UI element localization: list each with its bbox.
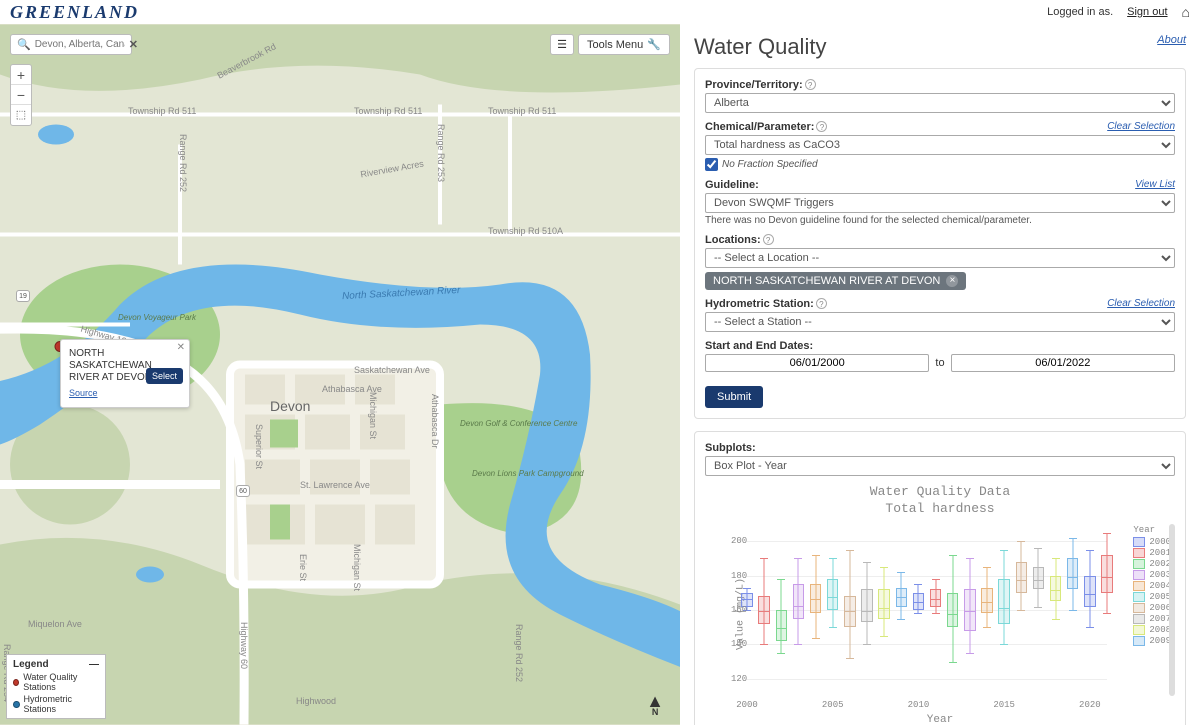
city-label: Devon <box>270 398 310 414</box>
wrench-icon: 🔧 <box>647 38 661 51</box>
dates-label: Start and End Dates: <box>705 340 813 352</box>
collapse-icon[interactable]: — <box>89 659 99 670</box>
zoom-in-button[interactable]: + <box>11 65 31 85</box>
poi-label: Devon Voyageur Park <box>118 314 196 323</box>
legend-item-hy: Hydrometric Stations <box>13 694 99 714</box>
submit-button[interactable]: Submit <box>705 386 763 408</box>
highway-shield: 19 <box>16 290 30 302</box>
popup-source-link[interactable]: Source <box>69 388 98 398</box>
road-label: Superior St <box>254 424 264 469</box>
view-list-link[interactable]: View List <box>1135 179 1175 190</box>
road-label: Highway 60 <box>239 622 249 669</box>
blue-dot-icon <box>13 701 20 708</box>
tools-menu-group: ☰ Tools Menu 🔧 <box>550 34 670 55</box>
subplots-select[interactable]: Box Plot - Year <box>705 456 1175 476</box>
guideline-select[interactable]: Devon SWQMF Triggers <box>705 193 1175 213</box>
zoom-control: + − ⬚ <box>10 64 32 126</box>
zoom-out-button[interactable]: − <box>11 85 31 105</box>
brand-logo: GREENLAND <box>10 2 139 23</box>
road-label: Highwood <box>296 696 336 706</box>
station-popup: ✕ NORTH SASKATCHEWAN RIVER AT DEVON Sour… <box>60 339 190 408</box>
road-label: Range Rd 253 <box>436 124 446 182</box>
clear-hydro-link[interactable]: Clear Selection <box>1107 298 1175 309</box>
road-label: Range Rd 252 <box>178 134 188 192</box>
guideline-label: Guideline: <box>705 179 759 191</box>
road-label: St. Lawrence Ave <box>300 480 370 490</box>
guideline-note: There was no Devon guideline found for t… <box>705 215 1175 226</box>
logged-in-text: Logged in as. <box>1047 6 1113 18</box>
help-icon[interactable]: ? <box>816 121 827 132</box>
search-icon: 🔍 <box>17 38 31 51</box>
road-label: Township Rd 511 <box>128 106 196 116</box>
tools-menu-button[interactable]: Tools Menu 🔧 <box>578 34 670 55</box>
chart-legend: Year200020012002200320042005200620072008… <box>1133 524 1171 647</box>
province-select[interactable]: Alberta <box>705 93 1175 113</box>
highway-shield: 60 <box>236 485 250 497</box>
legend-title: Legend <box>13 659 49 670</box>
road-label: Athabasca Dr <box>430 394 440 449</box>
road-label: Range Rd 252 <box>514 624 524 682</box>
map-pane[interactable]: Township Rd 511 Township Rd 511 Township… <box>0 24 680 725</box>
zoom-fit-button[interactable]: ⬚ <box>11 105 31 125</box>
layers-icon: ☰ <box>557 38 567 51</box>
subplots-label: Subplots: <box>705 442 756 454</box>
help-icon[interactable]: ? <box>763 234 774 245</box>
road-label: Township Rd 511 <box>354 106 422 116</box>
compass-icon: ▲N <box>646 696 664 717</box>
clear-chemical-link[interactable]: Clear Selection <box>1107 121 1175 132</box>
road-label: Miquelon Ave <box>28 619 82 629</box>
start-date-input[interactable] <box>705 354 929 372</box>
side-panel: About Water Quality Province/Territory:?… <box>680 24 1200 725</box>
clear-search-icon[interactable]: ✕ <box>129 38 138 51</box>
layers-button[interactable]: ☰ <box>550 34 574 55</box>
location-select[interactable]: -- Select a Location -- <box>705 248 1175 268</box>
map-legend: Legend — Water Quality Stations Hydrometr… <box>6 654 106 719</box>
locations-label: Locations: <box>705 234 761 246</box>
poi-label: Devon Lions Park Campground <box>472 470 552 479</box>
x-axis-label: Year <box>927 714 953 725</box>
page-title: Water Quality <box>694 34 1186 60</box>
chart-scroll[interactable] <box>1169 524 1175 696</box>
boxplot-chart[interactable]: Water Quality DataTotal hardness Value (… <box>705 484 1175 725</box>
road-label: Erie St <box>298 554 308 581</box>
sign-out-link[interactable]: Sign out <box>1127 6 1167 18</box>
road-label: Township Rd 511 <box>488 106 556 116</box>
poi-label: Devon Golf & Conference Centre <box>460 420 540 429</box>
date-to: to <box>935 357 944 369</box>
no-fraction-check[interactable]: No Fraction Specified <box>705 158 1175 171</box>
home-icon[interactable]: ⌂ <box>1182 4 1190 20</box>
road-label: Saskatchewan Ave <box>354 365 430 375</box>
chart-panel: Subplots: Box Plot - Year Water Quality … <box>694 431 1186 725</box>
location-chip: NORTH SASKATCHEWAN RIVER AT DEVON× <box>705 272 966 290</box>
popup-select-button[interactable]: Select <box>146 368 183 384</box>
topbar: GREENLAND Logged in as. Sign out ⌂ <box>0 0 1200 24</box>
province-label: Province/Territory: <box>705 79 803 91</box>
help-icon[interactable]: ? <box>816 298 827 309</box>
about-link[interactable]: About <box>1157 34 1186 46</box>
hydro-label: Hydrometric Station: <box>705 298 814 310</box>
top-right: Logged in as. Sign out ⌂ <box>1047 4 1190 20</box>
hydro-select[interactable]: -- Select a Station -- <box>705 312 1175 332</box>
road-label: Michigan St <box>368 392 378 439</box>
remove-chip-icon[interactable]: × <box>946 275 958 287</box>
map-search[interactable]: 🔍 ✕ <box>10 34 132 55</box>
chemical-select[interactable]: Total hardness as CaCO3 <box>705 135 1175 155</box>
query-panel: Province/Territory:? Alberta Clear Selec… <box>694 68 1186 419</box>
search-input[interactable] <box>35 39 125 50</box>
end-date-input[interactable] <box>951 354 1175 372</box>
close-icon[interactable]: ✕ <box>177 342 185 353</box>
red-dot-icon <box>13 679 19 686</box>
legend-item-wq: Water Quality Stations <box>13 672 99 692</box>
chemical-label: Chemical/Parameter: <box>705 121 814 133</box>
road-label: Township Rd 510A <box>488 226 563 236</box>
road-label: Michigan St <box>352 544 362 591</box>
help-icon[interactable]: ? <box>805 79 816 90</box>
